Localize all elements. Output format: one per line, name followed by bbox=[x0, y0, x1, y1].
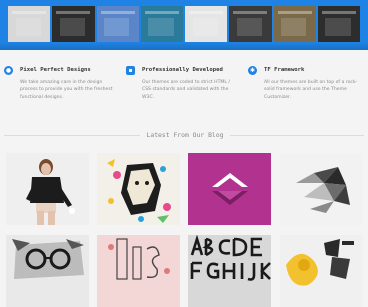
blog-heading-title: Latest From Our Blog bbox=[146, 131, 224, 139]
theme-thumbnail[interactable] bbox=[52, 6, 95, 42]
feature-text: We take amazing care in the design proce… bbox=[20, 80, 113, 100]
blog-post-woman-leather-jacket[interactable] bbox=[6, 153, 89, 225]
blog-post-colorful-geometric-portrait[interactable] bbox=[97, 153, 180, 225]
theme-thumbnail[interactable] bbox=[8, 6, 51, 42]
theme-thumbnail[interactable] bbox=[229, 6, 272, 42]
theme-thumbnail[interactable] bbox=[96, 6, 139, 42]
divider bbox=[4, 135, 140, 136]
theme-thumbnail[interactable] bbox=[317, 6, 360, 42]
blog-post-yellow-ink-portrait[interactable] bbox=[280, 235, 363, 307]
divider bbox=[230, 135, 364, 136]
blog-post-sketched-face-glasses[interactable] bbox=[6, 235, 89, 307]
code-icon: ▪ bbox=[126, 66, 135, 75]
theme-thumbnail[interactable] bbox=[273, 6, 316, 42]
hero-banner bbox=[0, 0, 368, 50]
gear-icon: ✱ bbox=[248, 66, 257, 75]
camera-icon: ● bbox=[4, 66, 13, 75]
blog-post-magenta-triangle[interactable] bbox=[188, 153, 271, 225]
feature-text: Our themes are coded to strict HTML / CS… bbox=[142, 80, 230, 100]
feature-title: TF Framework bbox=[264, 67, 305, 73]
theme-thumbnail-strip bbox=[8, 6, 360, 42]
theme-thumbnail[interactable] bbox=[185, 6, 228, 42]
theme-thumbnail[interactable] bbox=[140, 6, 183, 42]
blog-heading: Latest From Our Blog bbox=[0, 128, 368, 142]
features-section: ● Pixel Perfect Designs We take amazing … bbox=[0, 58, 368, 118]
feature-title: Pixel Perfect Designs bbox=[20, 67, 91, 73]
feature-text: All our themes are built on top of a roc… bbox=[264, 80, 358, 100]
hero-shadow bbox=[0, 42, 368, 50]
blog-post-alphabet-letters[interactable] bbox=[188, 235, 271, 307]
feature-title: Professionally Developed bbox=[142, 67, 223, 73]
blog-post-polygon-dove[interactable] bbox=[280, 153, 363, 225]
blog-post-pink-typography[interactable] bbox=[97, 235, 180, 307]
